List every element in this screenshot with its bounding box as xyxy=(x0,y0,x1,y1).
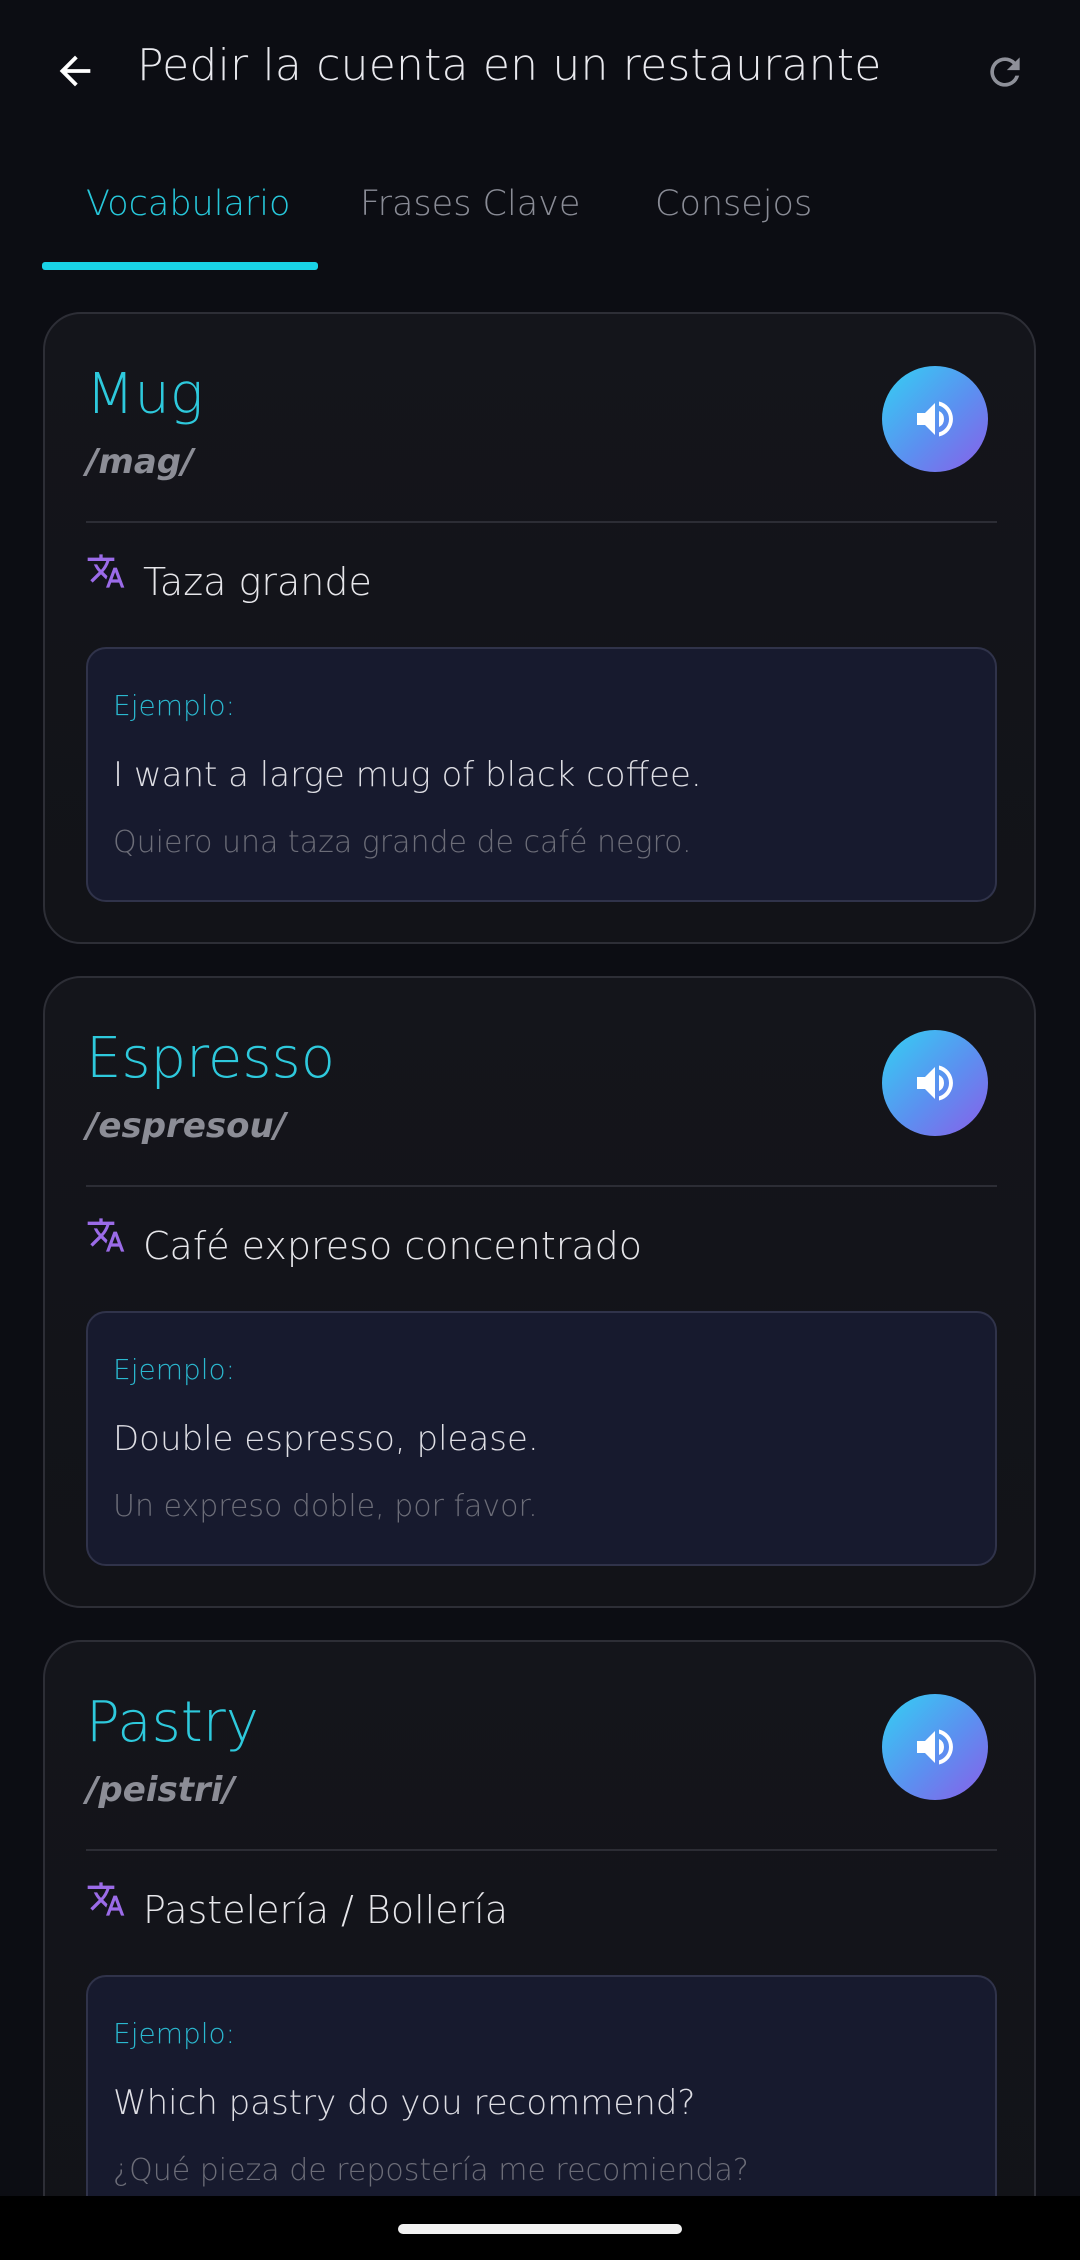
active-tab-indicator xyxy=(42,262,318,270)
example-sentence-en: I want a large mug of black coffee. xyxy=(113,755,702,795)
play-audio-button[interactable] xyxy=(882,366,988,472)
back-button[interactable] xyxy=(40,36,110,106)
example-label: Ejemplo: xyxy=(113,689,236,722)
translate-icon xyxy=(87,1882,125,1916)
speaker-icon xyxy=(917,401,953,437)
page-title: Pedir la cuenta en un restaurante xyxy=(137,40,882,91)
vocab-phonetic: /mag/ xyxy=(86,442,194,482)
example-sentence-es: Quiero una taza grande de café negro. xyxy=(113,825,692,860)
vocab-card: Mug /mag/ Taza grande Ejemplo: I want a … xyxy=(43,312,1036,944)
example-box: Ejemplo: I want a large mug of black cof… xyxy=(86,647,997,902)
example-sentence-en: Double espresso, please. xyxy=(113,1419,539,1459)
vocab-translation: Café expreso concentrado xyxy=(143,1224,643,1268)
app-screen: Pedir la cuenta en un restaurante Vocabu… xyxy=(0,0,1080,2260)
vocab-word: Espresso xyxy=(86,1026,335,1091)
tab-bar: Vocabulario Frases Clave Consejos xyxy=(0,170,1080,270)
vocab-phonetic: /peistri/ xyxy=(86,1770,235,1810)
vocab-card: Pastry /peistri/ Pastelería / Bollería E… xyxy=(43,1640,1036,2260)
vocab-phonetic: /espresou/ xyxy=(86,1106,287,1146)
example-label: Ejemplo: xyxy=(113,2017,236,2050)
example-label: Ejemplo: xyxy=(113,1353,236,1386)
example-box: Ejemplo: Double espresso, please. Un exp… xyxy=(86,1311,997,1566)
tab-consejos[interactable]: Consejos xyxy=(655,184,812,224)
translate-icon xyxy=(87,1218,125,1252)
vocab-card: Espresso /espresou/ Café expreso concent… xyxy=(43,976,1036,1608)
divider xyxy=(86,521,997,523)
translate-icon xyxy=(87,554,125,588)
play-audio-button[interactable] xyxy=(882,1694,988,1800)
arrow-left-icon xyxy=(59,55,91,87)
tab-frases-clave[interactable]: Frases Clave xyxy=(360,184,580,224)
play-audio-button[interactable] xyxy=(882,1030,988,1136)
example-sentence-es: Un expreso doble, por favor. xyxy=(113,1489,538,1524)
tab-vocabulario[interactable]: Vocabulario xyxy=(86,184,290,224)
vocab-word: Pastry xyxy=(86,1690,259,1755)
refresh-icon xyxy=(990,57,1020,87)
divider xyxy=(86,1849,997,1851)
example-sentence-en: Which pastry do you recommend? xyxy=(113,2083,696,2123)
top-app-bar: Pedir la cuenta en un restaurante xyxy=(0,0,1080,145)
speaker-icon xyxy=(917,1065,953,1101)
example-sentence-es: ¿Qué pieza de repostería me recomienda? xyxy=(113,2153,749,2188)
vocab-translation: Pastelería / Bollería xyxy=(143,1888,509,1932)
example-box: Ejemplo: Which pastry do you recommend? … xyxy=(86,1975,997,2230)
refresh-button[interactable] xyxy=(975,42,1035,102)
speaker-icon xyxy=(917,1729,953,1765)
divider xyxy=(86,1185,997,1187)
home-indicator[interactable] xyxy=(398,2224,682,2234)
vocab-word: Mug xyxy=(86,362,204,427)
vocab-translation: Taza grande xyxy=(143,560,372,604)
